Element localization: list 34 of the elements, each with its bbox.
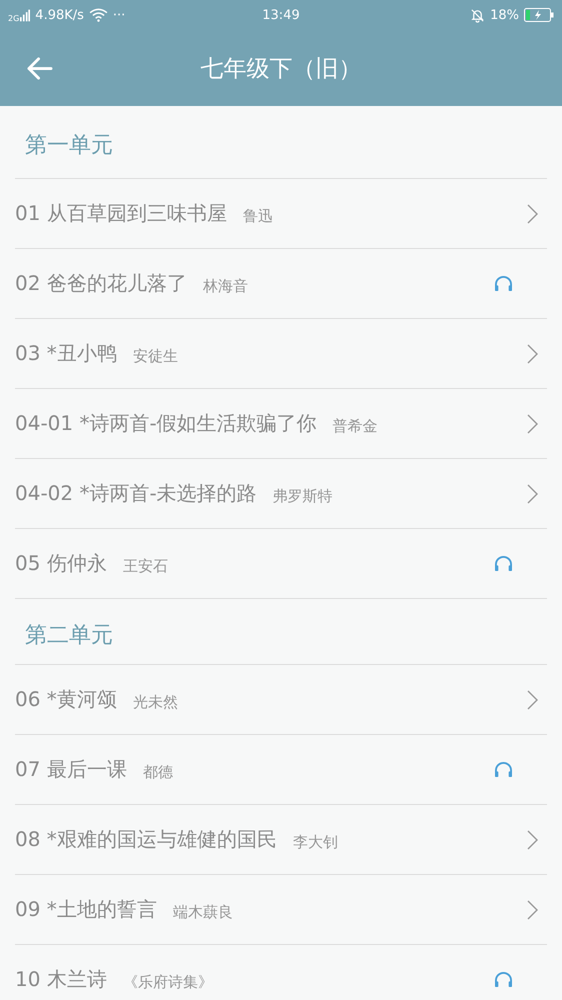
headphones-icon[interactable]: [494, 971, 513, 988]
network-speed: 4.98K/s: [35, 8, 84, 22]
muted-bell-icon: [470, 8, 486, 22]
lesson-item[interactable]: 01 从百草园到三味书屋 鲁迅: [15, 179, 547, 249]
chevron-right-icon: [526, 900, 538, 920]
lesson-item[interactable]: 04-01 *诗两首-假如生活欺骗了你 普希金: [15, 389, 547, 459]
section-title: 第二单元: [15, 599, 547, 665]
lesson-item[interactable]: 08 *艰难的国运与雄健的国民 李大钊: [15, 805, 547, 875]
chevron-right-icon: [526, 690, 538, 710]
chevron-right-icon: [526, 414, 538, 434]
wifi-icon: [88, 8, 108, 22]
lesson-item[interactable]: 10 木兰诗 《乐府诗集》: [15, 945, 547, 1000]
lesson-item[interactable]: 06 *黄河颂 光未然: [15, 665, 547, 735]
lesson-item[interactable]: 05 伤仲永 王安石: [15, 529, 547, 599]
headphones-icon[interactable]: [494, 761, 513, 778]
section-title: 第一单元: [15, 106, 547, 179]
battery-percent: 18%: [490, 8, 519, 22]
chevron-right-icon: [526, 484, 538, 504]
headphones-icon[interactable]: [494, 275, 513, 292]
headphones-icon[interactable]: [494, 555, 513, 572]
chevron-right-icon: [526, 830, 538, 850]
lesson-item[interactable]: 07 最后一课 都德: [15, 735, 547, 805]
lesson-item[interactable]: 03 *丑小鸭 安徒生: [15, 319, 547, 389]
chevron-right-icon: [526, 204, 538, 224]
chevron-right-icon: [526, 344, 538, 364]
page-title: 七年级下（旧）: [200, 54, 362, 84]
lesson-item[interactable]: 04-02 *诗两首-未选择的路 弗罗斯特: [15, 459, 547, 529]
more-indicator: ···: [112, 8, 126, 22]
battery-charging-icon: [524, 8, 554, 22]
signal-icon: [20, 8, 30, 22]
clock: 13:49: [262, 8, 300, 22]
network-type: 2G: [8, 14, 20, 23]
lesson-item[interactable]: 02 爸爸的花儿落了 林海音: [15, 249, 547, 319]
lesson-item[interactable]: 09 *土地的誓言 端木蕻良: [15, 875, 547, 945]
